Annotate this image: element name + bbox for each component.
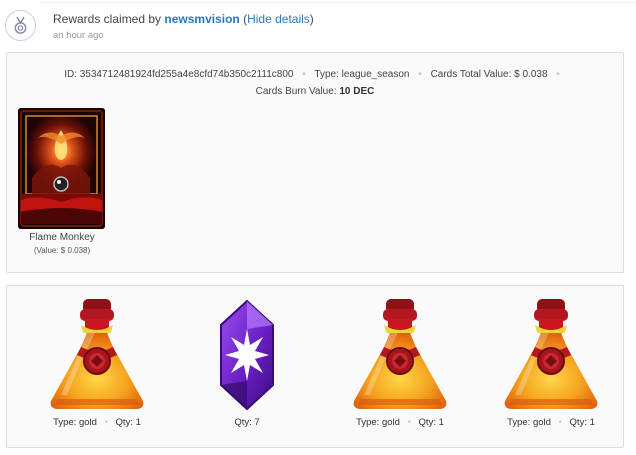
chest-id-label: ID: <box>64 69 77 80</box>
cards-total-value: $ 0.038 <box>514 69 548 80</box>
reward-type-value: gold <box>381 417 400 428</box>
separator-dot: • <box>418 69 422 80</box>
chest-info-line-1: ID: 3534712481924fd255a4e8cfd74b350c2111… <box>7 66 623 83</box>
chest-info-line-2: Cards Burn Value: 10 DEC <box>7 83 623 100</box>
separator-dot: • <box>556 69 560 80</box>
chest-info: ID: 3534712481924fd255a4e8cfd74b350c2111… <box>7 66 623 100</box>
reward-qty-value: 1 <box>589 417 595 428</box>
chest-type-label: Type: <box>314 69 339 80</box>
claim-title-prefix: Rewards claimed by <box>53 12 162 26</box>
separator-dot: • <box>407 417 411 428</box>
potion-icon <box>22 299 172 411</box>
reward-item: Type: gold • Qty: 1 <box>325 299 475 439</box>
claim-title: Rewards claimed by newsmvision (Hide det… <box>53 12 314 26</box>
paren-close: ) <box>309 12 314 26</box>
divider <box>40 2 636 3</box>
reward-type-label: Type: <box>507 417 531 428</box>
cards-total-label: Cards Total Value: <box>430 69 512 80</box>
potion-icon <box>476 299 626 411</box>
chest-id-value: 3534712481924fd255a4e8cfd74b350c2111c800 <box>79 69 294 80</box>
reward-item: Qty: 7 <box>172 299 322 439</box>
reward-type-value: gold <box>532 417 551 428</box>
separator-dot: • <box>302 69 306 80</box>
separator-dot: • <box>558 417 562 428</box>
potion-icon <box>325 299 475 411</box>
reward-type-label: Type: <box>356 417 380 428</box>
reward-item: Type: gold • Qty: 1 <box>476 299 626 439</box>
reward-item: Type: gold • Qty: 1 <box>22 299 172 439</box>
hide-details-link[interactable]: Hide details <box>247 12 310 26</box>
reward-qty-label: Qty: <box>418 417 436 428</box>
crystal-icon <box>172 299 322 411</box>
reward-qty-value: 1 <box>135 417 141 428</box>
reward-meta: Type: gold • Qty: 1 <box>325 417 475 428</box>
reward-type-value: gold <box>78 417 97 428</box>
chest-details-panel: ID: 3534712481924fd255a4e8cfd74b350c2111… <box>6 52 624 273</box>
separator-dot: • <box>104 417 108 428</box>
chest-type-value: league_season <box>341 69 410 80</box>
rewards-panel: Type: gold • Qty: 1 Qty: 7 Type: gold • … <box>6 285 624 448</box>
reward-meta: Qty: 7 <box>172 417 322 428</box>
cards-burn-value: 10 DEC <box>339 86 375 97</box>
card-name: Flame Monkey <box>29 232 95 243</box>
reward-qty-label: Qty: <box>569 417 587 428</box>
timestamp: an hour ago <box>53 30 104 41</box>
card-image-flame-monkey[interactable] <box>18 108 105 229</box>
medal-icon <box>5 10 36 41</box>
reward-type-label: Type: <box>53 417 77 428</box>
reward-qty-label: Qty: <box>234 417 252 428</box>
username-link[interactable]: newsmvision <box>164 12 239 26</box>
reward-claim-header: Rewards claimed by newsmvision (Hide det… <box>0 0 636 46</box>
reward-qty-label: Qty: <box>115 417 133 428</box>
reward-qty-value: 7 <box>254 417 260 428</box>
reward-meta: Type: gold • Qty: 1 <box>22 417 172 428</box>
cards-burn-label: Cards Burn Value: <box>255 86 337 97</box>
reward-qty-value: 1 <box>438 417 444 428</box>
reward-meta: Type: gold • Qty: 1 <box>476 417 626 428</box>
card-value: (Value: $ 0.038) <box>33 246 91 255</box>
